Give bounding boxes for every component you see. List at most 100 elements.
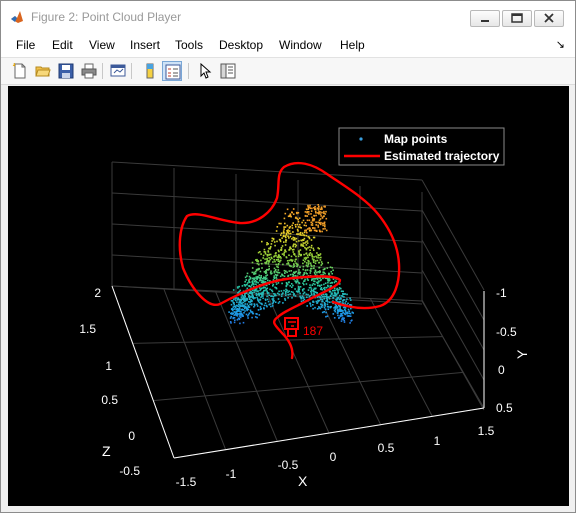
- link-plot-button[interactable]: [108, 61, 128, 81]
- close-button[interactable]: [534, 10, 564, 27]
- map-point: [274, 301, 277, 303]
- map-point: [244, 303, 246, 305]
- map-point: [302, 274, 304, 276]
- map-point: [303, 234, 306, 237]
- map-point: [290, 291, 293, 293]
- map-point: [266, 305, 268, 308]
- printer-icon: [81, 63, 97, 79]
- menu-window[interactable]: Window: [279, 38, 322, 52]
- map-point: [322, 271, 324, 273]
- menu-view[interactable]: View: [89, 38, 115, 52]
- map-point: [263, 276, 265, 278]
- map-point: [326, 296, 329, 298]
- open-file-button[interactable]: [33, 61, 53, 81]
- map-point: [305, 224, 307, 227]
- new-figure-button[interactable]: [10, 61, 30, 81]
- grid-line: [421, 269, 485, 381]
- legend-box[interactable]: Map points Estimated trajectory: [338, 127, 505, 166]
- map-point: [309, 254, 311, 256]
- map-point: [306, 215, 309, 217]
- map-point: [320, 208, 323, 210]
- map-point: [297, 233, 300, 235]
- map-point: [312, 247, 315, 250]
- map-point: [329, 282, 332, 284]
- map-point: [251, 271, 254, 274]
- map-point: [266, 258, 268, 260]
- map-point: [278, 290, 280, 293]
- map-point: [270, 243, 273, 245]
- map-point: [321, 311, 324, 314]
- map-point: [228, 311, 230, 313]
- map-point: [309, 262, 312, 264]
- map-point: [313, 256, 315, 258]
- map-point: [325, 217, 328, 220]
- map-point: [307, 204, 309, 207]
- print-button[interactable]: [79, 61, 99, 81]
- map-point: [351, 311, 354, 314]
- map-point: [250, 284, 253, 286]
- map-point: [256, 316, 258, 319]
- menu-help[interactable]: Help: [340, 38, 365, 52]
- map-point: [269, 253, 272, 256]
- map-point: [284, 244, 287, 246]
- map-point: [273, 275, 275, 277]
- map-point: [299, 249, 302, 251]
- map-point: [242, 301, 244, 304]
- figure-canvas[interactable]: 187 2 1.5 1 0.5 0 -0.5 -1.5 -1 -0.5 0 0.5 1 1.5 -1 -0.…: [8, 86, 569, 506]
- menu-edit[interactable]: Edit: [52, 38, 73, 52]
- maximize-button[interactable]: [502, 10, 532, 27]
- map-point: [310, 290, 312, 293]
- map-point: [264, 302, 267, 304]
- map-point: [253, 289, 256, 292]
- map-point: [324, 213, 327, 215]
- menu-insert[interactable]: Insert: [130, 38, 160, 52]
- grid-line: [111, 223, 423, 243]
- map-point: [288, 254, 290, 256]
- map-point: [313, 280, 315, 282]
- map-point: [275, 254, 277, 257]
- map-point: [261, 240, 263, 243]
- point-cloud-axes[interactable]: 187 2 1.5 1 0.5 0 -0.5 -1.5 -1 -0.5 0 0.5 1 1.5 -1 -0.…: [8, 86, 569, 506]
- grid-line: [163, 288, 227, 450]
- map-point: [314, 283, 316, 286]
- legend-map-points: Map points: [384, 132, 448, 146]
- dock-arrow-icon[interactable]: ↘: [556, 38, 565, 51]
- map-point: [287, 235, 289, 237]
- map-point: [262, 254, 265, 257]
- map-point: [293, 253, 296, 255]
- save-button[interactable]: [56, 61, 76, 81]
- menu-tools[interactable]: Tools: [175, 38, 203, 52]
- map-point: [305, 264, 308, 267]
- map-point: [283, 251, 286, 253]
- map-point: [274, 260, 276, 263]
- map-point: [281, 293, 283, 296]
- map-point: [244, 299, 247, 302]
- z-tick-label: -0.5: [119, 464, 140, 478]
- minimize-button[interactable]: [470, 10, 500, 27]
- map-point: [314, 278, 317, 280]
- insert-legend-button[interactable]: [162, 61, 182, 81]
- map-point: [271, 295, 273, 297]
- map-point: [325, 229, 328, 232]
- map-point: [308, 206, 311, 208]
- map-point: [307, 289, 310, 291]
- map-point: [238, 308, 240, 311]
- menu-file[interactable]: File: [16, 38, 35, 52]
- map-point: [259, 292, 261, 295]
- map-point: [349, 322, 351, 324]
- map-point: [260, 296, 262, 298]
- map-point: [238, 318, 241, 321]
- map-point: [332, 294, 334, 297]
- show-plot-tools-button[interactable]: [218, 61, 238, 81]
- map-point: [290, 283, 293, 285]
- map-point: [238, 290, 240, 293]
- hide-plot-tools-button[interactable]: [140, 61, 160, 81]
- map-point: [291, 286, 293, 288]
- map-point: [348, 310, 351, 313]
- map-point: [318, 229, 321, 232]
- map-point: [296, 291, 299, 293]
- map-point: [298, 240, 300, 242]
- edit-plot-button[interactable]: [195, 61, 215, 81]
- menu-desktop[interactable]: Desktop: [219, 38, 263, 52]
- map-point: [331, 282, 333, 284]
